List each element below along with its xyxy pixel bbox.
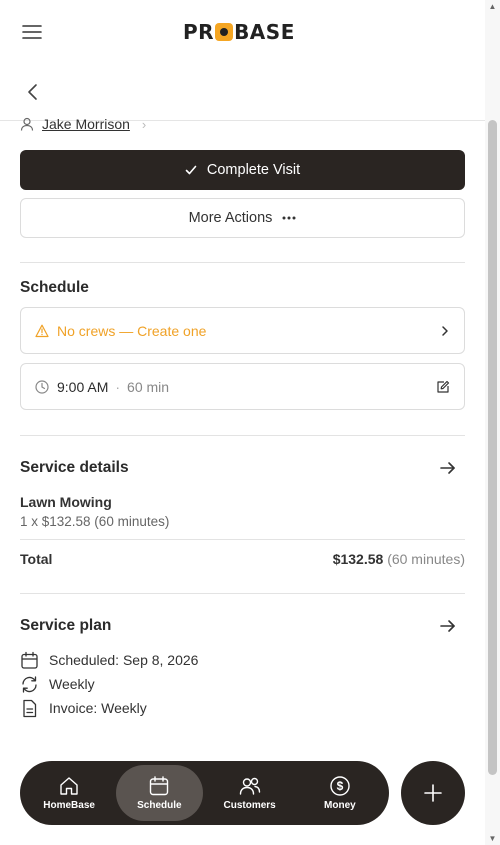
calendar-icon — [21, 651, 38, 669]
logo-text-right: BASE — [234, 20, 295, 44]
visit-detail-page: PR BASE Jake Morrison › Complete Visit M… — [0, 0, 485, 845]
chevron-right-icon — [442, 325, 448, 336]
scrollbar-thumb[interactable] — [488, 120, 497, 775]
edit-icon[interactable] — [436, 380, 450, 394]
total-amount: $132.58 — [332, 551, 384, 567]
warning-icon — [35, 324, 49, 337]
clock-icon — [35, 379, 49, 394]
plan-frequency-text: Weekly — [49, 676, 95, 692]
service-plan-title: Service plan — [20, 617, 112, 634]
hamburger-menu-icon[interactable] — [22, 22, 42, 42]
visit-time: 9:00 AM — [57, 378, 109, 395]
divider — [20, 593, 465, 594]
ellipsis-icon — [282, 216, 296, 220]
plan-frequency-row: Weekly — [20, 674, 95, 694]
calendar-icon — [150, 776, 169, 796]
dollar-icon: $ — [330, 776, 350, 796]
scroll-down-arrow-icon[interactable]: ▼ — [488, 834, 497, 843]
person-icon — [20, 117, 34, 131]
back-chevron-icon[interactable] — [24, 82, 42, 102]
nav-item-money[interactable]: $ Money — [297, 765, 383, 821]
service-name: Lawn Mowing — [20, 494, 112, 510]
probase-logo[interactable]: PR BASE — [183, 20, 295, 44]
customer-name-link[interactable]: Jake Morrison — [42, 116, 130, 132]
nav-label: Money — [324, 800, 356, 811]
nav-item-customers[interactable]: Customers — [207, 765, 293, 821]
service-line-detail: 1 x $132.58 (60 minutes) — [20, 514, 170, 529]
divider — [20, 262, 465, 263]
repeat-icon — [22, 675, 37, 693]
complete-visit-label: Complete Visit — [206, 162, 301, 178]
nav-label: HomeBase — [43, 800, 95, 811]
bottom-navigation: HomeBase Schedule Customers $ Money — [20, 761, 389, 825]
nav-item-schedule[interactable]: Schedule — [116, 765, 203, 821]
svg-text:$: $ — [337, 779, 344, 793]
document-icon — [23, 699, 37, 717]
divider — [20, 539, 465, 540]
more-actions-label: More Actions — [188, 210, 273, 226]
total-value: $132.58 (60 minutes) — [333, 551, 465, 567]
scroll-up-arrow-icon[interactable]: ▲ — [488, 2, 497, 11]
crew-warning-text: No crews — Create one — [57, 322, 207, 339]
visit-time-card[interactable]: 9:00 AM · 60 min — [20, 363, 465, 410]
divider — [20, 435, 465, 436]
plan-scheduled-text: Scheduled: Sep 8, 2026 — [49, 652, 199, 668]
plus-icon — [424, 784, 442, 802]
nav-label: Customers — [223, 800, 276, 811]
plan-scheduled-row: Scheduled: Sep 8, 2026 — [20, 650, 198, 670]
time-separator: · — [115, 378, 121, 395]
customer-row[interactable]: Jake Morrison › — [20, 114, 146, 134]
plan-invoice-row: Invoice: Weekly — [20, 698, 147, 718]
top-bar: PR BASE — [0, 0, 485, 64]
checkmark-icon — [185, 165, 197, 175]
crew-warning-card[interactable]: No crews — Create one — [20, 307, 465, 354]
service-details-title: Service details — [20, 459, 129, 476]
nav-item-homebase[interactable]: HomeBase — [26, 765, 112, 821]
users-icon — [239, 777, 260, 795]
add-fab-button[interactable] — [401, 761, 465, 825]
schedule-title: Schedule — [20, 279, 89, 296]
arrow-right-icon[interactable] — [439, 459, 457, 477]
logo-hex-icon — [215, 23, 234, 41]
page-scrollbar[interactable]: ▲ ▼ — [485, 0, 500, 845]
logo-text-left: PR — [183, 20, 215, 44]
complete-visit-button[interactable]: Complete Visit — [20, 150, 465, 190]
chevron-right-icon: › — [141, 116, 147, 132]
plan-invoice-text: Invoice: Weekly — [49, 700, 147, 716]
home-icon — [60, 777, 78, 795]
more-actions-button[interactable]: More Actions — [20, 198, 465, 238]
arrow-right-icon[interactable] — [439, 617, 457, 635]
nav-label: Schedule — [137, 800, 182, 811]
visit-duration: 60 min — [127, 378, 170, 395]
total-label: Total — [20, 551, 53, 567]
total-duration: (60 minutes) — [387, 551, 465, 567]
sub-header-bar — [0, 64, 485, 121]
